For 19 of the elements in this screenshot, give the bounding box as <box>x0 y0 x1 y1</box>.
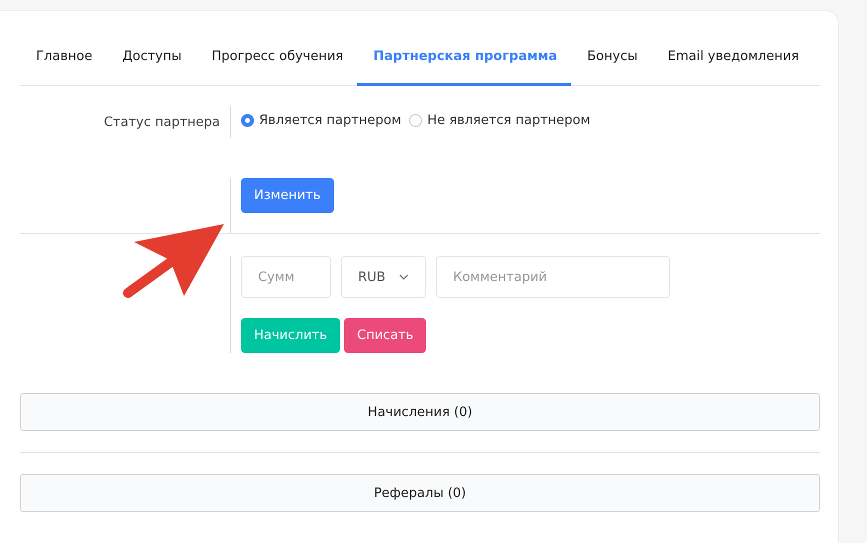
radio-option[interactable]: Не является партнером <box>409 108 590 132</box>
chevron-down-icon <box>399 274 409 280</box>
tab[interactable]: Главное <box>20 37 106 86</box>
currency-select[interactable]: RUB <box>341 256 426 298</box>
collapsible-section[interactable]: Начисления (0) <box>20 393 820 431</box>
tab[interactable]: Партнерская программа <box>357 37 572 86</box>
tab[interactable]: Email уведомления <box>652 37 813 86</box>
change-button[interactable]: Изменить <box>241 178 334 213</box>
radio-icon[interactable] <box>241 114 254 126</box>
tab[interactable]: Доступы <box>106 37 196 86</box>
field-label: Статус партнера <box>102 114 221 132</box>
collapsible-section[interactable]: Рефералы (0) <box>20 474 820 512</box>
radio-icon[interactable] <box>409 114 422 126</box>
tab[interactable]: Бонусы <box>571 37 652 86</box>
radio-option[interactable]: Является партнером <box>241 108 402 132</box>
comment-field[interactable]: Комментарий <box>436 256 670 298</box>
amount-field[interactable]: Сумм <box>241 256 331 298</box>
debit-button[interactable]: Списать <box>344 318 426 353</box>
tab[interactable]: Прогресс обучения <box>196 37 358 86</box>
